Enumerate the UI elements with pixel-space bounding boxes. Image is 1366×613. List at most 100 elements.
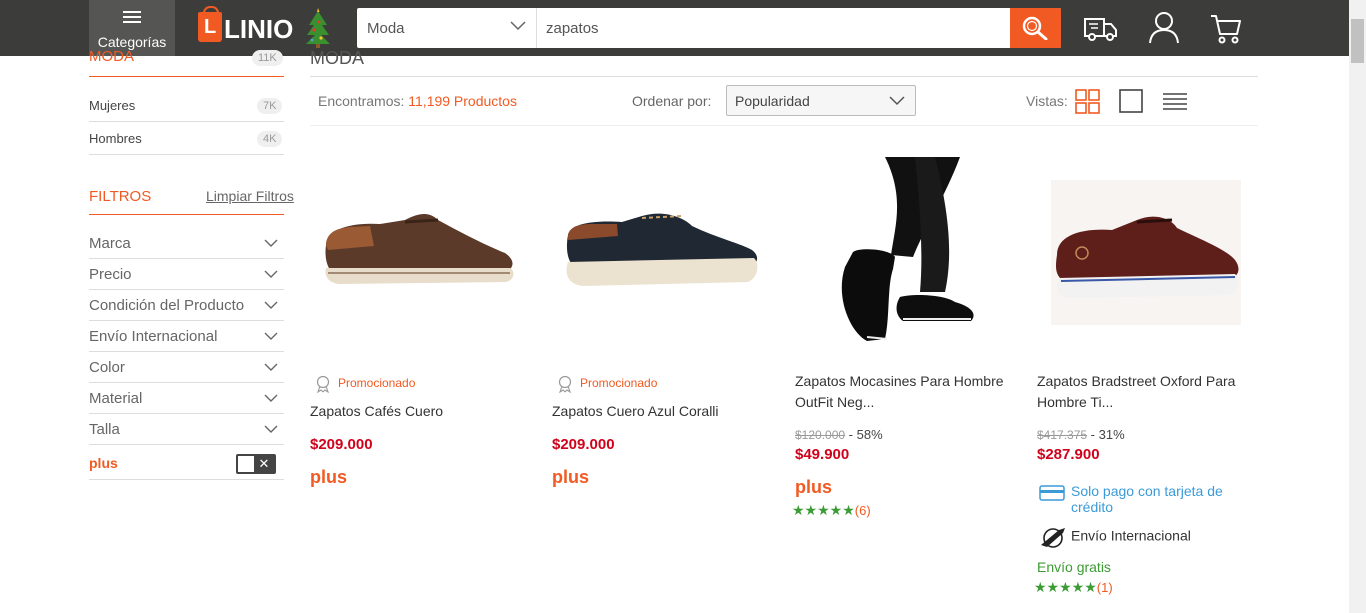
rating-stars[interactable]: ★★★★★(1) [1034,579,1113,596]
ribbon-badge-icon [558,375,572,394]
sort-select[interactable]: Popularidad [726,85,916,116]
search-input[interactable] [538,8,1008,48]
close-icon: ✕ [254,456,274,472]
filter-condicion[interactable]: Condición del Producto [89,290,284,321]
plus-badge: plus [310,467,348,487]
plus-badge: plus [552,467,590,487]
ribbon-badge-icon [316,375,330,394]
grid-view-icon[interactable] [1075,89,1100,114]
list-view-icon[interactable] [1162,92,1188,110]
filter-label: Condición del Producto [89,297,245,314]
product-price: $209.000 [310,436,373,453]
product-name[interactable]: Zapatos Cafés Cuero [310,401,538,422]
sidebar-section-count: 11K [252,50,283,66]
chevron-down-icon [264,394,278,402]
credit-card-icon [1039,485,1065,501]
sidebar-item-hombres[interactable]: Hombres [89,131,142,146]
search-bar: Moda [357,8,1061,48]
product-name[interactable]: Zapatos Cuero Azul Coralli [552,401,780,422]
old-price-row: $120.000 - 58% [795,427,883,442]
chevron-down-icon [264,425,278,433]
divider [89,121,284,122]
chevron-down-icon [264,363,278,371]
chevron-down-icon [264,332,278,340]
filter-label: Envío Internacional [89,328,218,345]
sort-value: Popularidad [735,93,810,109]
product-card[interactable]: Promocionado Zapatos Cafés Cuero $209.00… [310,150,542,610]
filter-label: Material [89,390,143,407]
airplane-globe-icon [1041,528,1065,548]
plus-filter-label: plus [89,455,118,471]
product-card[interactable]: Promocionado Zapatos Cuero Azul Coralli … [552,150,784,610]
promoted-badge: Promocionado [314,375,415,394]
product-card[interactable]: Zapatos Mocasines Para Hombre OutFit Neg.… [792,150,1027,610]
results-number: 11,199 Productos [408,93,517,109]
linio-logo[interactable]: L LINIO [198,6,294,46]
product-price: $49.900 [795,446,850,463]
sidebar-section-title[interactable]: MODA [89,48,134,65]
chevron-down-icon [264,301,278,309]
filters-title: FILTROS [89,188,152,205]
divider [89,479,284,480]
oxford-shoe-image[interactable] [1037,150,1269,360]
sidebar-item-mujeres[interactable]: Mujeres [89,98,135,113]
sidebar-item-count: 7K [257,98,283,114]
filter-label: Marca [89,235,131,252]
chevron-down-icon [889,96,905,106]
filter-marca[interactable]: Marca [89,228,284,259]
user-account-icon[interactable] [1147,10,1181,46]
chevron-down-icon [264,239,278,247]
plus-toggle[interactable]: ✕ [236,454,276,474]
divider [310,125,1258,126]
divider [89,214,284,215]
page-title: MODA [310,48,364,68]
divider [89,76,284,77]
promoted-badge: Promocionado [556,375,657,394]
divider [310,76,1258,77]
scrollbar-thumb[interactable] [1351,19,1364,63]
christmas-tree-icon [306,8,330,48]
results-count: Encontramos: 11,199 Productos [318,93,517,109]
filter-material[interactable]: Material [89,383,284,414]
clear-filters-link[interactable]: Limpiar Filtros [206,188,294,204]
delivery-truck-icon[interactable] [1083,10,1119,46]
product-card[interactable]: Zapatos Bradstreet Oxford Para Hombre Ti.… [1034,150,1269,610]
single-view-icon[interactable] [1119,89,1144,114]
credit-card-only-notice: Solo pago con tarjeta de crédito [1039,483,1239,515]
filter-label: Color [89,359,125,376]
chevron-down-icon [264,270,278,278]
results-prefix: Encontramos: [318,93,405,109]
product-price: $209.000 [552,436,615,453]
free-shipping-label: Envío gratis [1037,559,1111,575]
hamburger-icon [123,11,141,23]
product-name[interactable]: Zapatos Mocasines Para Hombre OutFit Neg.… [795,371,1023,413]
sort-label: Ordenar por: [632,93,712,109]
loafer-legs-image[interactable] [795,157,1027,347]
filter-label: Precio [89,266,132,283]
sidebar-item-count: 4K [257,131,283,147]
filter-label: Talla [89,421,120,438]
search-category-select[interactable]: Moda [357,8,537,48]
views-label: Vistas: [1026,93,1068,109]
plus-badge: plus [795,477,833,497]
filter-envio-internacional[interactable]: Envío Internacional [89,321,284,352]
shopping-cart-icon[interactable] [1209,10,1243,46]
divider [89,154,284,155]
logo-text: LINIO [224,14,294,44]
blue-shoe-image[interactable] [552,150,784,360]
international-shipping: Envío Internacional [1039,525,1191,549]
shopping-bag-logo-icon: L [198,6,222,42]
filter-talla[interactable]: Talla [89,414,284,445]
old-price-row: $417.375 - 31% [1037,427,1125,442]
filter-color[interactable]: Color [89,352,284,383]
rating-stars[interactable]: ★★★★★(6) [792,502,871,519]
page-scrollbar[interactable] [1349,0,1366,613]
top-header: Categorías L LINIO Moda [0,0,1366,56]
chevron-down-icon [510,21,526,31]
product-name[interactable]: Zapatos Bradstreet Oxford Para Hombre Ti.… [1037,371,1265,413]
product-price: $287.900 [1037,446,1100,463]
search-icon [1022,16,1048,40]
search-button[interactable] [1010,8,1061,48]
brown-shoe-image[interactable] [310,150,542,360]
filter-precio[interactable]: Precio [89,259,284,290]
